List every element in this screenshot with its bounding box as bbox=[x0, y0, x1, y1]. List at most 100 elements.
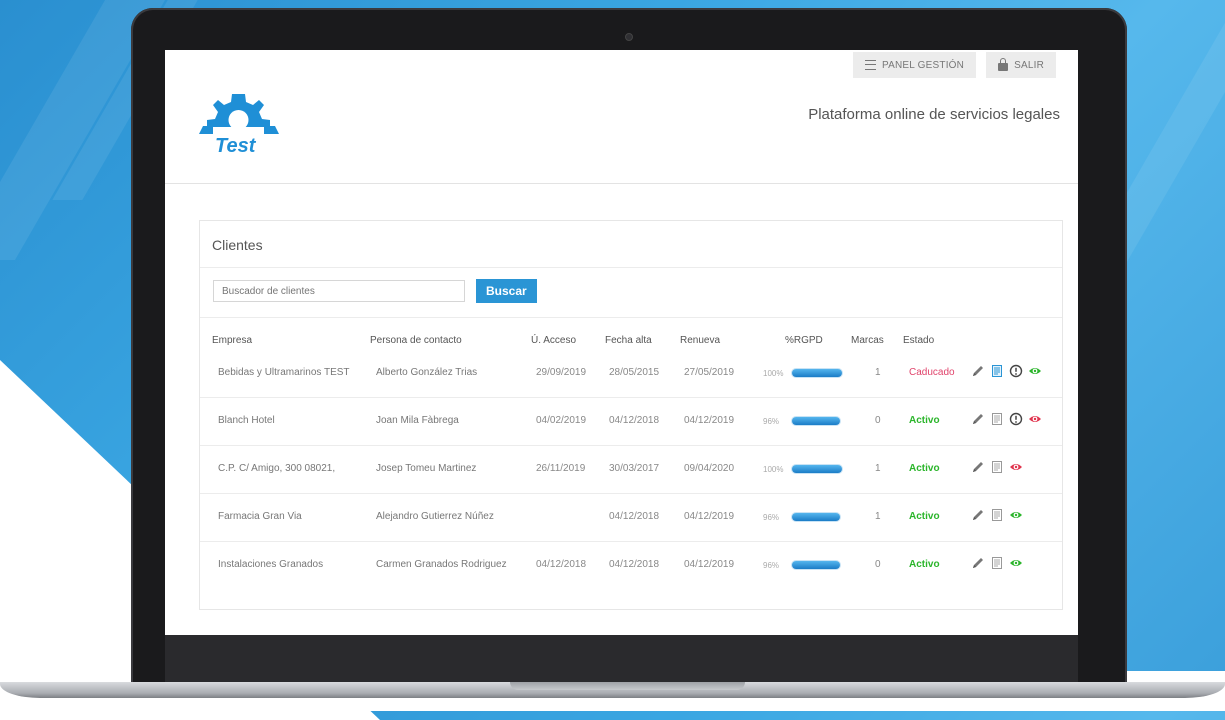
logout-label: SALIR bbox=[1014, 59, 1044, 71]
eye-icon[interactable] bbox=[1009, 460, 1023, 474]
cell-rgpd-percent: 96% bbox=[763, 417, 780, 426]
cell-alta: 28/05/2015 bbox=[609, 367, 660, 378]
document-icon[interactable] bbox=[990, 460, 1004, 474]
logo[interactable]: Test bbox=[193, 90, 283, 158]
cell-renueva: 27/05/2019 bbox=[684, 367, 735, 378]
clients-panel: Clientes Buscar Empresa Persona de conta… bbox=[199, 220, 1063, 610]
document-icon[interactable] bbox=[990, 508, 1004, 522]
rgpd-progress-bar bbox=[792, 561, 840, 569]
cell-renueva: 04/12/2019 bbox=[684, 511, 735, 522]
column-header-renueva[interactable]: Renueva bbox=[680, 335, 720, 346]
table-row[interactable]: Instalaciones Granados Carmen Granados Ro… bbox=[200, 542, 1062, 590]
lock-icon bbox=[998, 58, 1009, 71]
cell-renueva: 04/12/2019 bbox=[684, 415, 735, 426]
cell-rgpd-percent: 96% bbox=[763, 561, 780, 570]
row-actions bbox=[971, 364, 1042, 378]
cell-acceso: 26/11/2019 bbox=[536, 463, 586, 474]
logout-button[interactable]: SALIR bbox=[986, 52, 1056, 78]
cell-marcas: 1 bbox=[875, 511, 881, 522]
laptop-chin bbox=[165, 635, 1078, 683]
column-header-contacto[interactable]: Persona de contacto bbox=[370, 335, 462, 346]
cell-marcas: 1 bbox=[875, 367, 881, 378]
cell-empresa: Bebidas y Ultramarinos TEST bbox=[218, 367, 350, 378]
panel-gestion-label: PANEL GESTIÓN bbox=[882, 59, 965, 71]
tagline: Plataforma online de servicios legales bbox=[808, 106, 1060, 123]
cell-empresa: Blanch Hotel bbox=[218, 415, 275, 426]
cell-acceso: 04/02/2019 bbox=[536, 415, 587, 426]
alert-icon[interactable] bbox=[1009, 364, 1023, 378]
status-badge: Activo bbox=[909, 559, 940, 570]
eye-icon[interactable] bbox=[1009, 556, 1023, 570]
menu-icon bbox=[865, 60, 877, 70]
column-header-empresa[interactable]: Empresa bbox=[212, 335, 252, 346]
search-input[interactable] bbox=[213, 280, 465, 302]
eye-icon[interactable] bbox=[1028, 364, 1042, 378]
rgpd-progress-bar bbox=[792, 417, 840, 425]
cell-rgpd-percent: 100% bbox=[763, 465, 784, 474]
eye-icon[interactable] bbox=[1028, 412, 1042, 426]
status-badge: Activo bbox=[909, 511, 940, 522]
cell-contacto: Joan Mila Fàbrega bbox=[376, 415, 459, 426]
status-badge: Activo bbox=[909, 415, 940, 426]
cell-empresa: Farmacia Gran Via bbox=[218, 511, 302, 522]
pencil-icon[interactable] bbox=[971, 508, 985, 522]
divider bbox=[200, 267, 1062, 268]
pencil-icon[interactable] bbox=[971, 364, 985, 378]
table-row[interactable]: Bebidas y Ultramarinos TEST Alberto Gonzá… bbox=[200, 350, 1062, 398]
pencil-icon[interactable] bbox=[971, 556, 985, 570]
cell-alta: 30/03/2017 bbox=[609, 463, 660, 474]
divider bbox=[200, 317, 1062, 318]
cell-alta: 04/12/2018 bbox=[609, 511, 660, 522]
row-actions bbox=[971, 412, 1042, 426]
row-actions bbox=[971, 556, 1023, 570]
document-icon[interactable] bbox=[990, 364, 1004, 378]
panel-gestion-button[interactable]: PANEL GESTIÓN bbox=[853, 52, 977, 78]
logo-text: Test bbox=[215, 135, 257, 157]
pencil-icon[interactable] bbox=[971, 412, 985, 426]
cell-alta: 04/12/2018 bbox=[609, 415, 660, 426]
row-actions bbox=[971, 460, 1023, 474]
cell-renueva: 09/04/2020 bbox=[684, 463, 735, 474]
cell-marcas: 1 bbox=[875, 463, 881, 474]
status-badge: Caducado bbox=[909, 367, 955, 378]
cell-rgpd-percent: 100% bbox=[763, 369, 784, 378]
column-header-alta[interactable]: Fecha alta bbox=[605, 335, 652, 346]
cell-renueva: 04/12/2019 bbox=[684, 559, 735, 570]
header-divider bbox=[165, 183, 1078, 184]
document-icon[interactable] bbox=[990, 556, 1004, 570]
cell-marcas: 0 bbox=[875, 415, 881, 426]
table-row[interactable]: C.P. C/ Amigo, 300 08021, Josep Tomeu Mar… bbox=[200, 446, 1062, 494]
document-icon[interactable] bbox=[990, 412, 1004, 426]
webcam bbox=[625, 33, 633, 41]
cell-empresa: Instalaciones Granados bbox=[218, 559, 324, 570]
cell-rgpd-percent: 96% bbox=[763, 513, 780, 522]
column-header-rgpd[interactable]: %RGPD bbox=[785, 335, 823, 346]
pencil-icon[interactable] bbox=[971, 460, 985, 474]
cell-alta: 04/12/2018 bbox=[609, 559, 660, 570]
status-badge: Activo bbox=[909, 463, 940, 474]
search-button[interactable]: Buscar bbox=[476, 279, 537, 303]
rgpd-progress-bar bbox=[792, 369, 842, 377]
column-header-estado[interactable]: Estado bbox=[903, 335, 934, 346]
table-row[interactable]: Farmacia Gran Via Alejandro Gutierrez Núñ… bbox=[200, 494, 1062, 542]
rgpd-progress-bar bbox=[792, 465, 842, 473]
cell-acceso: 29/09/2019 bbox=[536, 367, 587, 378]
cell-contacto: Josep Tomeu Martinez bbox=[376, 463, 477, 474]
cell-contacto: Alberto González Trias bbox=[376, 367, 478, 378]
panel-title: Clientes bbox=[212, 237, 263, 253]
cell-acceso: 04/12/2018 bbox=[536, 559, 587, 570]
alert-icon[interactable] bbox=[1009, 412, 1023, 426]
laptop-notch bbox=[510, 682, 745, 690]
cell-contacto: Carmen Granados Rodriguez bbox=[376, 559, 507, 570]
cell-marcas: 0 bbox=[875, 559, 881, 570]
cell-empresa: C.P. C/ Amigo, 300 08021, bbox=[218, 463, 336, 474]
cell-contacto: Alejandro Gutierrez Núñez bbox=[376, 511, 494, 522]
row-actions bbox=[971, 508, 1023, 522]
eye-icon[interactable] bbox=[1009, 508, 1023, 522]
gear-icon: Test bbox=[199, 94, 279, 157]
column-header-marcas[interactable]: Marcas bbox=[851, 335, 884, 346]
column-header-acceso[interactable]: Ú. Acceso bbox=[531, 335, 576, 346]
table-row[interactable]: Blanch Hotel Joan Mila Fàbrega 04/02/2019 0… bbox=[200, 398, 1062, 446]
top-actions: PANEL GESTIÓN SALIR bbox=[853, 52, 1056, 78]
rgpd-progress-bar bbox=[792, 513, 840, 521]
